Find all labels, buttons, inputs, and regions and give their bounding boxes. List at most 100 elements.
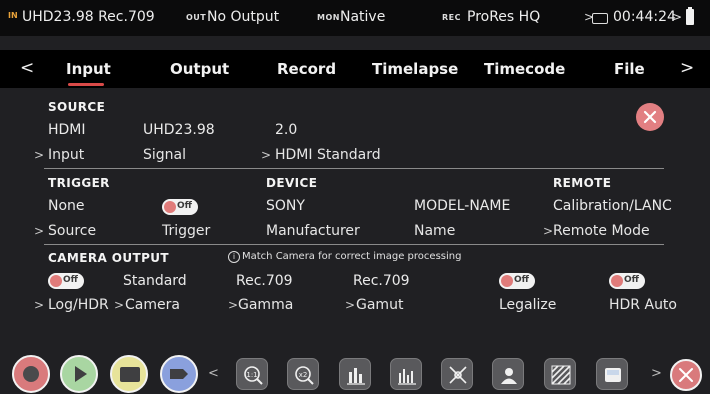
battery-icon [686,9,694,25]
match-camera-hint: Match Camera for correct image processin… [242,251,462,262]
ssd-icon [592,13,608,24]
input-format[interactable]: UHD23.98 Rec.709 [22,9,155,25]
svg-text:1:1: 1:1 [246,371,257,379]
trigger-toggle[interactable]: Off [162,199,198,215]
input-chevron-icon: > [34,148,45,162]
input-value[interactable]: HDMI [48,122,86,138]
trigger-divider [44,244,664,245]
camera-output-header: CAMERA OUTPUT [48,251,169,265]
waveform-icon [347,368,365,385]
close-icon [643,110,657,124]
toggle-state: Off [177,201,192,211]
gamma-label[interactable]: Gamma [238,297,293,313]
source-chevron-icon: > [34,224,45,238]
legalize-toggle[interactable]: Off [499,273,535,289]
gamut-value[interactable]: Rec.709 [353,273,410,289]
tab-next-icon[interactable]: > [680,58,694,78]
false-color-button[interactable] [492,358,524,390]
record-tag: REC [442,13,461,22]
tab-timecode[interactable]: Timecode [484,60,565,78]
gamma-chevron-icon: > [228,298,239,312]
close-toolbar-button[interactable] [670,359,702,391]
tag-button[interactable] [160,355,198,393]
remote-mode-chevron-icon: > [543,224,554,238]
toggle-state: Off [63,275,78,285]
battery-tip [688,7,692,9]
tab-input[interactable]: Input [66,60,111,78]
toolbar-next-icon[interactable]: > [651,366,662,381]
svg-text:x2: x2 [299,371,308,379]
lut-button[interactable] [596,358,628,390]
time-remaining[interactable]: 00:44:24 [613,9,676,25]
play-button[interactable] [60,355,98,393]
waveform-button[interactable] [339,358,371,390]
chevron-right-icon: > [672,10,683,24]
zoom-1to1-button[interactable]: 1:1 [236,358,268,390]
display-mode-icon [120,367,140,382]
camera-label[interactable]: Camera [125,297,180,313]
focus-peaking-button[interactable] [441,358,473,390]
record-icon [23,366,39,382]
log-hdr-chevron-icon: > [34,298,45,312]
hdr-auto-label: HDR Auto [609,297,677,313]
lut-icon [605,368,621,382]
zebra-icon [551,365,571,385]
output-tag: OUT [186,13,207,22]
output-value[interactable]: No Output [207,9,279,25]
play-icon [75,366,87,382]
legalize-label: Legalize [499,297,557,313]
tab-file[interactable]: File [614,60,645,78]
toggle-knob [50,275,62,287]
display-mode-button[interactable] [110,355,148,393]
zoom-2x-button[interactable]: x2 [287,358,319,390]
trigger-label: Trigger [162,223,211,239]
monitor-value[interactable]: Native [340,9,385,25]
toolbar-prev-icon[interactable]: < [208,366,219,381]
tag-icon [170,369,188,379]
trigger-header: TRIGGER [48,176,110,190]
remote-mode-value[interactable]: Calibration/LANC [553,198,672,214]
device-header: DEVICE [266,176,318,190]
remote-header: REMOTE [553,176,612,190]
tab-timelapse[interactable]: Timelapse [372,60,458,78]
toggle-knob [164,201,176,213]
hdmi-standard-label[interactable]: HDMI Standard [275,147,381,163]
hdmi-standard-value[interactable]: 2.0 [275,122,297,138]
input-label[interactable]: Input [48,147,84,163]
signal-label: Signal [143,147,187,163]
gamut-chevron-icon: > [345,298,356,312]
tab-bar: < Input Output Record Timelapse Timecode… [0,50,710,88]
monitor-screen: IN UHD23.98 Rec.709 OUT No Output MON Na… [0,0,710,394]
close-source-button[interactable] [636,103,664,131]
trigger-source-label[interactable]: Source [48,223,96,239]
zebra-button[interactable] [544,358,576,390]
log-hdr-label[interactable]: Log/HDR [48,297,109,313]
record-codec[interactable]: ProRes HQ [467,9,540,25]
toggle-knob [611,275,623,287]
monitor-tag: MON [317,13,340,22]
signal-value: UHD23.98 [143,122,215,138]
toggle-state: Off [624,275,639,285]
remote-mode-label[interactable]: Remote Mode [553,223,650,239]
tab-record[interactable]: Record [277,60,336,78]
vectorscope-button[interactable] [390,358,422,390]
vectorscope-icon [398,369,416,385]
model-name-value: MODEL-NAME [414,198,511,214]
tab-prev-icon[interactable]: < [20,58,34,78]
log-hdr-toggle[interactable]: Off [48,273,84,289]
gamut-label[interactable]: Gamut [356,297,403,313]
record-button[interactable] [12,355,50,393]
camera-value[interactable]: Standard [123,273,187,289]
camera-chevron-icon: > [114,298,125,312]
tab-output[interactable]: Output [170,60,229,78]
trigger-source-value[interactable]: None [48,198,85,214]
input-tag: IN [8,11,18,20]
hdr-auto-toggle[interactable]: Off [609,273,645,289]
gamma-value[interactable]: Rec.709 [236,273,293,289]
info-icon: i [228,251,240,263]
hdmi-standard-chevron-icon: > [261,148,272,162]
toggle-state: Off [514,275,529,285]
zoom-1to1-icon: 1:1 [244,366,263,385]
focus-peaking-icon [449,366,467,384]
manufacturer-label: Manufacturer [266,223,360,239]
